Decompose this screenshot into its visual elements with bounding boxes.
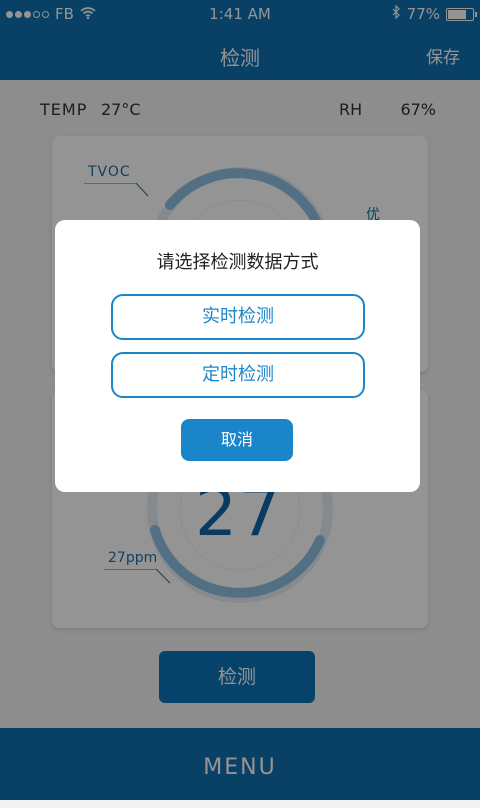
dialog-title: 请选择检测数据方式: [156, 252, 319, 273]
realtime-detection-button[interactable]: 实时检测: [111, 294, 365, 340]
cancel-button[interactable]: 取消: [181, 419, 293, 461]
detection-mode-dialog: 请选择检测数据方式 实时检测 定时检测 取消: [55, 220, 420, 492]
timed-detection-button[interactable]: 定时检测: [111, 352, 365, 398]
